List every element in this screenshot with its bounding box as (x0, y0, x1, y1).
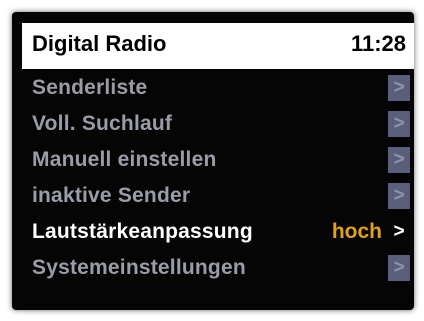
chevron-right-icon: > (388, 147, 410, 173)
menu-item-systemeinstellungen[interactable]: Systemeinstellungen > (12, 250, 414, 286)
menu-item-label: Manuell einstellen (32, 148, 217, 171)
title-bar: Digital Radio 11:28 (22, 23, 414, 69)
menu-item-label: Systemeinstellungen (32, 256, 246, 279)
menu-item-manuell-einstellen[interactable]: Manuell einstellen > (12, 142, 414, 178)
chevron-right-icon: > (388, 111, 410, 137)
chevron-right-icon: > (393, 221, 405, 242)
menu-item-inaktive-sender[interactable]: inaktive Sender > (12, 178, 414, 214)
menu-item-value: hoch (331, 220, 382, 243)
chevron-right-icon: > (388, 255, 410, 281)
radio-screen: Digital Radio 11:28 Senderliste > Voll. … (12, 12, 414, 310)
chevron-right-icon: > (388, 75, 410, 101)
clock: 11:28 (350, 31, 406, 56)
page-title: Digital Radio (32, 31, 167, 56)
menu-item-voll-suchlauf[interactable]: Voll. Suchlauf > (12, 106, 414, 142)
chevron-right-icon: > (388, 183, 410, 209)
menu-item-lautstaerkeanpassung[interactable]: Lautstärkeanpassung hoch > (12, 214, 414, 250)
menu-item-label: Voll. Suchlauf (32, 112, 173, 135)
menu-item-label: inaktive Sender (32, 184, 191, 207)
menu-list: Senderliste > Voll. Suchlauf > Manuell e… (12, 70, 414, 286)
menu-item-label: Senderliste (32, 76, 148, 99)
menu-item-senderliste[interactable]: Senderliste > (12, 70, 414, 106)
menu-item-label: Lautstärkeanpassung (32, 220, 253, 243)
